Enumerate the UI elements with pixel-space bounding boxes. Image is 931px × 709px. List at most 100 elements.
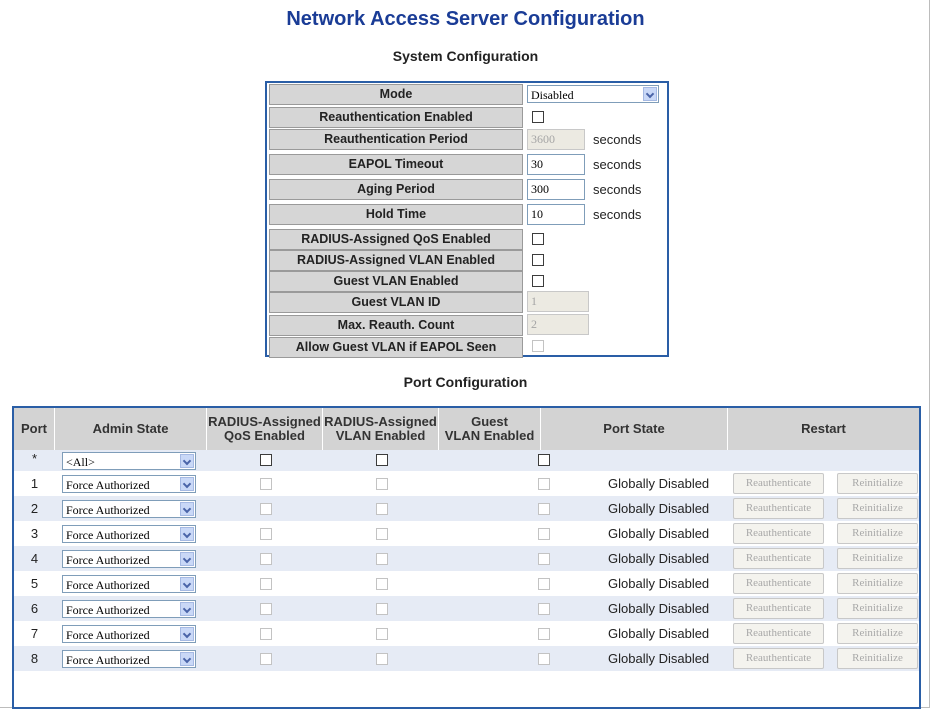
table-row: 5 Force Authorized Globally Disabled Rea… bbox=[14, 571, 919, 596]
vlan-checkbox[interactable] bbox=[376, 528, 388, 540]
reauthenticate-button[interactable]: Reauthenticate bbox=[733, 598, 824, 619]
table-row: 7 Force Authorized Globally Disabled Rea… bbox=[14, 621, 919, 646]
table-row: 1 Force Authorized Globally Disabled Rea… bbox=[14, 471, 919, 496]
reinitialize-button[interactable]: Reinitialize bbox=[837, 498, 918, 519]
qos-checkbox[interactable] bbox=[260, 653, 272, 665]
admin-state-select-all[interactable]: <All> bbox=[62, 452, 196, 470]
port-config-title: Port Configuration bbox=[403, 374, 528, 390]
admin-state-select[interactable]: Force Authorized bbox=[62, 525, 196, 543]
qos-checkbox[interactable] bbox=[260, 503, 272, 515]
eapol-timeout-unit: seconds bbox=[593, 157, 642, 172]
reauth-period-input[interactable]: 3600 bbox=[527, 129, 585, 150]
admin-state-select[interactable]: Force Authorized bbox=[62, 575, 196, 593]
vlan-checkbox[interactable] bbox=[376, 628, 388, 640]
vlan-checkbox-all[interactable] bbox=[376, 454, 388, 466]
chevron-down-icon bbox=[180, 627, 194, 641]
radius-vlan-label: RADIUS-Assigned VLAN Enabled bbox=[269, 250, 523, 271]
vlan-checkbox[interactable] bbox=[376, 503, 388, 515]
aging-period-input[interactable]: 300 bbox=[527, 179, 585, 200]
qos-checkbox-all[interactable] bbox=[260, 454, 272, 466]
reinitialize-button[interactable]: Reinitialize bbox=[837, 648, 918, 669]
header-restart: Restart bbox=[728, 408, 919, 450]
mode-row: Mode Disabled bbox=[267, 83, 667, 108]
admin-state-select[interactable]: Force Authorized bbox=[62, 650, 196, 668]
reauth-period-unit: seconds bbox=[593, 132, 642, 147]
chevron-down-icon bbox=[180, 454, 194, 468]
radius-qos-checkbox[interactable] bbox=[532, 233, 544, 245]
table-row: 6 Force Authorized Globally Disabled Rea… bbox=[14, 596, 919, 621]
qos-checkbox[interactable] bbox=[260, 478, 272, 490]
max-reauth-input[interactable]: 2 bbox=[527, 314, 589, 335]
chevron-down-icon bbox=[180, 527, 194, 541]
mode-label: Mode bbox=[269, 84, 523, 105]
admin-state-select[interactable]: Force Authorized bbox=[62, 600, 196, 618]
qos-checkbox[interactable] bbox=[260, 603, 272, 615]
admin-state-select[interactable]: Force Authorized bbox=[62, 475, 196, 493]
header-radius-qos: RADIUS-Assigned QoS Enabled bbox=[207, 408, 323, 450]
vlan-checkbox[interactable] bbox=[376, 553, 388, 565]
port-number: 7 bbox=[30, 626, 39, 641]
vlan-checkbox[interactable] bbox=[376, 653, 388, 665]
reinitialize-button[interactable]: Reinitialize bbox=[837, 523, 918, 544]
admin-state-select[interactable]: Force Authorized bbox=[62, 500, 196, 518]
port-number: 4 bbox=[30, 551, 39, 566]
guest-vlan-id-row: Guest VLAN ID 1 bbox=[267, 291, 667, 316]
max-reauth-label: Max. Reauth. Count bbox=[269, 315, 523, 336]
reinitialize-button[interactable]: Reinitialize bbox=[837, 548, 918, 569]
radius-vlan-checkbox[interactable] bbox=[532, 254, 544, 266]
port-state: Globally Disabled bbox=[608, 651, 710, 666]
port-number: 6 bbox=[30, 601, 39, 616]
mode-select[interactable]: Disabled bbox=[527, 85, 659, 103]
allow-guest-vlan-row: Allow Guest VLAN if EAPOL Seen bbox=[267, 337, 667, 362]
qos-checkbox[interactable] bbox=[260, 578, 272, 590]
hold-time-input[interactable]: 10 bbox=[527, 204, 585, 225]
chevron-down-icon bbox=[180, 577, 194, 591]
reinitialize-button[interactable]: Reinitialize bbox=[837, 573, 918, 594]
reauthenticate-button[interactable]: Reauthenticate bbox=[733, 548, 824, 569]
reinitialize-button[interactable]: Reinitialize bbox=[837, 598, 918, 619]
qos-checkbox[interactable] bbox=[260, 628, 272, 640]
vlan-checkbox[interactable] bbox=[376, 603, 388, 615]
reauth-enabled-label: Reauthentication Enabled bbox=[269, 107, 523, 128]
reinitialize-button[interactable]: Reinitialize bbox=[837, 473, 918, 494]
vlan-checkbox[interactable] bbox=[376, 478, 388, 490]
vlan-checkbox[interactable] bbox=[376, 578, 388, 590]
reauth-enabled-checkbox[interactable] bbox=[532, 111, 544, 123]
port-state: Globally Disabled bbox=[608, 526, 710, 541]
hold-time-label: Hold Time bbox=[269, 204, 523, 225]
admin-state-select[interactable]: Force Authorized bbox=[62, 550, 196, 568]
eapol-timeout-row: EAPOL Timeout 30 seconds bbox=[267, 154, 667, 179]
guest-vlan-id-input[interactable]: 1 bbox=[527, 291, 589, 312]
port-state: Globally Disabled bbox=[608, 601, 710, 616]
allow-guest-vlan-checkbox[interactable] bbox=[532, 340, 544, 352]
qos-checkbox[interactable] bbox=[260, 528, 272, 540]
table-row-all: * <All> bbox=[14, 450, 919, 471]
guest-vlan-enabled-label: Guest VLAN Enabled bbox=[269, 271, 523, 292]
reauthenticate-button[interactable]: Reauthenticate bbox=[733, 523, 824, 544]
header-guest-vlan: Guest VLAN Enabled bbox=[439, 408, 541, 450]
reauth-period-label: Reauthentication Period bbox=[269, 129, 523, 150]
reauth-period-row: Reauthentication Period 3600 seconds bbox=[267, 129, 667, 154]
reauth-enabled-row: Reauthentication Enabled bbox=[267, 106, 667, 131]
eapol-timeout-input[interactable]: 30 bbox=[527, 154, 585, 175]
reinitialize-button[interactable]: Reinitialize bbox=[837, 623, 918, 644]
table-row: 3 Force Authorized Globally Disabled Rea… bbox=[14, 521, 919, 546]
header-admin-state: Admin State bbox=[55, 408, 207, 450]
reauthenticate-button[interactable]: Reauthenticate bbox=[733, 623, 824, 644]
guest-vlan-enabled-checkbox[interactable] bbox=[532, 275, 544, 287]
reauthenticate-button[interactable]: Reauthenticate bbox=[733, 573, 824, 594]
hold-time-unit: seconds bbox=[593, 207, 642, 222]
guest-vlan-checkbox-all[interactable] bbox=[538, 454, 550, 466]
aging-period-row: Aging Period 300 seconds bbox=[267, 179, 667, 204]
admin-state-select[interactable]: Force Authorized bbox=[62, 625, 196, 643]
reauthenticate-button[interactable]: Reauthenticate bbox=[733, 648, 824, 669]
reauthenticate-button[interactable]: Reauthenticate bbox=[733, 498, 824, 519]
port-config-table: Port Admin State RADIUS-Assigned QoS Enab… bbox=[12, 406, 921, 709]
chevron-down-icon bbox=[180, 652, 194, 666]
table-row: 8 Force Authorized Globally Disabled Rea… bbox=[14, 646, 919, 671]
port-state: Globally Disabled bbox=[608, 501, 710, 516]
qos-checkbox[interactable] bbox=[260, 553, 272, 565]
reauthenticate-button[interactable]: Reauthenticate bbox=[733, 473, 824, 494]
chevron-down-icon bbox=[180, 502, 194, 516]
radius-qos-label: RADIUS-Assigned QoS Enabled bbox=[269, 229, 523, 250]
